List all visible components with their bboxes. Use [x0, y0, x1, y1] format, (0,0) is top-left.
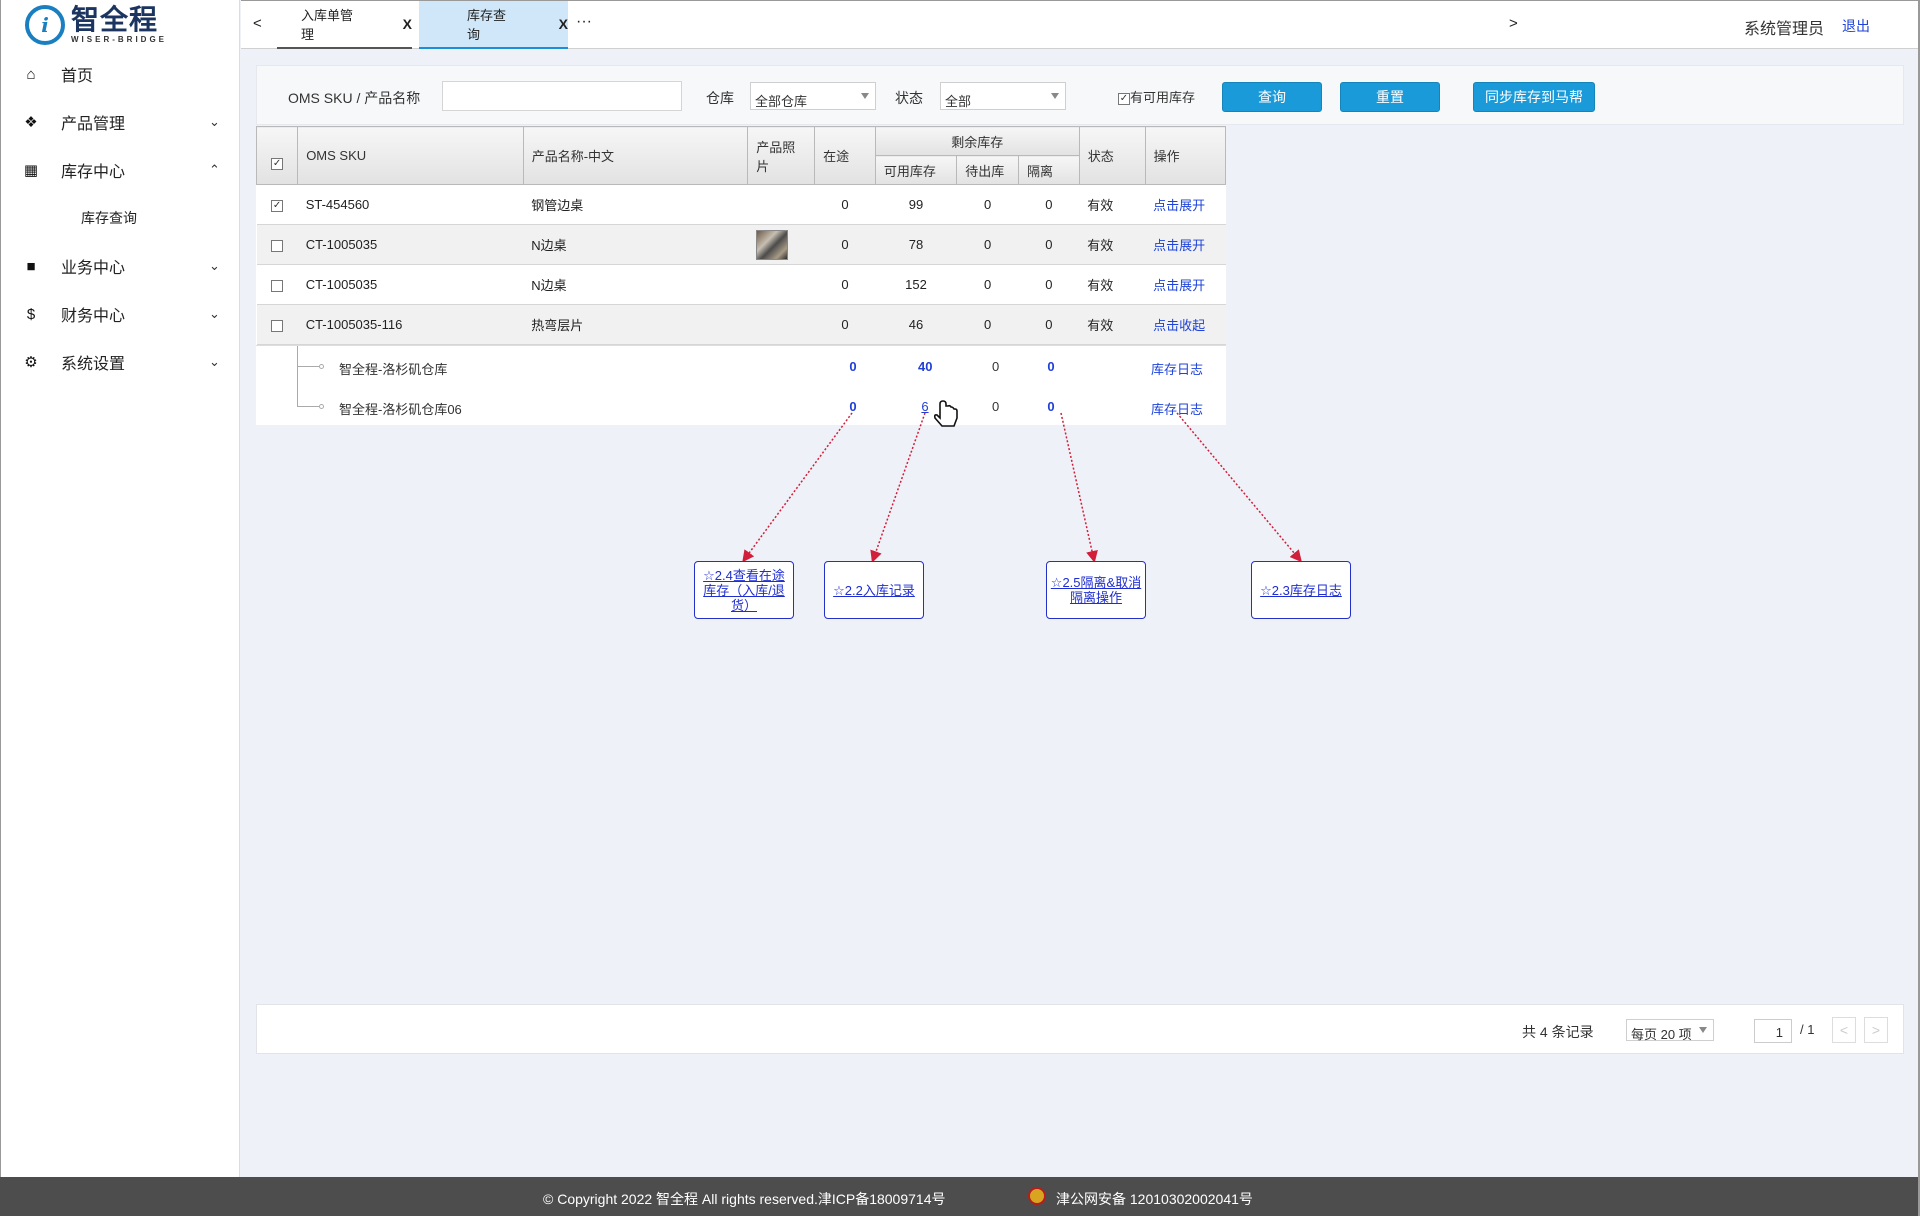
prev-page-button[interactable]: <	[1832, 1017, 1856, 1043]
callout-transit-stock[interactable]: ☆2.4查看在途库存（入库/退货）	[694, 561, 794, 619]
copyright-text: © Copyright 2022 智全程 All rights reserved…	[543, 1191, 946, 1207]
per-page-value: 每页 20 项	[1631, 1027, 1692, 1042]
caret-down-icon	[1699, 1027, 1707, 1033]
arrow-stock-log	[1176, 412, 1302, 563]
callout-inbound-record[interactable]: ☆2.2入库记录	[824, 561, 924, 619]
page-count: / 1	[1800, 1022, 1815, 1037]
police-badge-icon	[1028, 1187, 1046, 1205]
footer: © Copyright 2022 智全程 All rights reserved…	[0, 1177, 1920, 1216]
per-page-select[interactable]: 每页 20 项	[1626, 1019, 1714, 1042]
hand-cursor-icon	[933, 400, 958, 427]
callout-isolate[interactable]: ☆2.5隔离&取消隔离操作	[1046, 561, 1146, 619]
callout-stock-log[interactable]: ☆2.3库存日志	[1251, 561, 1351, 619]
page-input[interactable]: 1	[1754, 1019, 1792, 1043]
arrow-available	[870, 412, 926, 563]
next-page-button[interactable]: >	[1864, 1017, 1888, 1043]
arrow-isolate	[1060, 412, 1098, 563]
police-record-link[interactable]: 津公网安备 12010302002041号	[1056, 1189, 1253, 1209]
total-records: 共 4 条记录	[1522, 1024, 1594, 1040]
pagination-bar: 共 4 条记录 每页 20 项 1 / 1 < >	[256, 1004, 1904, 1054]
arrow-transit	[742, 412, 853, 563]
